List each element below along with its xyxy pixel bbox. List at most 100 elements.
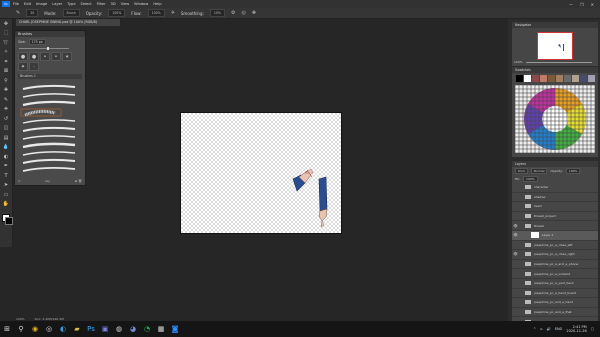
move-tool-icon[interactable]: ✥ [0, 19, 12, 29]
slider-handle[interactable] [47, 47, 49, 50]
navigator-zoom-slider[interactable] [526, 62, 592, 63]
swatch[interactable] [588, 75, 595, 82]
visibility-icon[interactable]: 👁 [512, 252, 519, 256]
layer-row[interactable]: 👁 josephine_pc_a_close_right [512, 250, 598, 260]
menu-3d[interactable]: 3D [111, 2, 116, 6]
swatch[interactable] [524, 75, 531, 82]
gradient-tool-icon[interactable]: ▤ [0, 133, 12, 143]
layer-row[interactable]: josephine_pc_and_a_hand [512, 298, 598, 308]
navigator-zoom[interactable]: 100% [514, 60, 523, 64]
menu-help[interactable]: Help [153, 2, 161, 6]
steam-icon[interactable]: ◍ [112, 321, 126, 337]
layer-fill-field[interactable]: 100% [523, 176, 538, 182]
smoothing-field[interactable]: 10% [209, 9, 225, 17]
brush-tool-icon[interactable]: ✎ [16, 10, 20, 16]
menu-layer[interactable]: Layer [52, 2, 62, 6]
menu-edit[interactable]: Edit [24, 2, 31, 6]
volume-icon[interactable]: 🔊 [546, 327, 550, 331]
menu-window[interactable]: Window [134, 2, 148, 6]
discord-icon[interactable]: ◕ [126, 321, 140, 337]
marquee-tool-icon[interactable]: ⬚ [0, 29, 12, 39]
close-button[interactable]: ✕ [591, 2, 594, 7]
brush-size-field[interactable]: 30 [26, 9, 39, 17]
network-icon[interactable]: ⌂ [540, 327, 542, 331]
document-tab[interactable]: CHARL JOSEPHINE SWING.psd @ 100% (RGB/8) [16, 19, 120, 26]
path-select-icon[interactable]: ➤ [0, 181, 12, 191]
brush-settings-button[interactable]: ⊙ [18, 179, 21, 183]
visibility-icon[interactable]: 👁 [512, 224, 519, 228]
mode-select[interactable]: Brush [62, 9, 80, 17]
pen-tool-icon[interactable]: ✒ [0, 162, 12, 172]
menu-view[interactable]: View [121, 2, 130, 6]
layer-kind-filter[interactable]: Kind [515, 168, 528, 174]
layer-opacity-field[interactable]: 100% [565, 168, 581, 174]
dodge-tool-icon[interactable]: ◐ [0, 152, 12, 162]
layer-row[interactable]: josephine_pc_a_and_a_phone [512, 260, 598, 270]
maximize-button[interactable]: ❐ [580, 2, 584, 7]
blend-mode-select[interactable]: Normal [530, 168, 548, 174]
brush-tip[interactable]: · [29, 62, 39, 71]
layer-row[interactable]: 👁 thread [512, 221, 598, 231]
edge-icon[interactable]: ◐ [56, 321, 70, 337]
minimize-button[interactable]: — [569, 2, 573, 7]
brush-folder[interactable]: Brushes 1 [18, 74, 82, 79]
menu-select[interactable]: Select [81, 2, 92, 6]
brush-size-input[interactable]: 175 px [28, 39, 46, 45]
layer-row[interactable]: josephine_pc_a_close_left [512, 241, 598, 251]
swatch[interactable] [572, 75, 579, 82]
airbrush-icon[interactable]: ✈ [171, 10, 175, 16]
layer-row[interactable]: shadow [512, 193, 598, 203]
layer-row[interactable]: josephine_pc_a_yard_back [512, 279, 598, 289]
brush-glyph-label[interactable]: Gly [45, 179, 50, 183]
layer-row[interactable]: thread_project [512, 212, 598, 222]
history-brush-icon[interactable]: ↺ [0, 114, 12, 124]
explorer-icon[interactable]: ▦ [154, 321, 168, 337]
swatches-tab[interactable]: Swatches [512, 67, 598, 73]
search-icon[interactable]: ⚲ [14, 321, 28, 337]
swatch[interactable] [580, 75, 587, 82]
swatch[interactable] [532, 75, 539, 82]
eraser-tool-icon[interactable]: ◫ [0, 124, 12, 134]
brush-tool-icon[interactable]: ✎ [0, 95, 12, 105]
tray-chevron-icon[interactable]: ^ [533, 327, 536, 331]
layer-row-selected[interactable]: 👁 Layer 1 [512, 230, 598, 241]
flow-field[interactable]: 100% [147, 9, 165, 17]
visibility-icon[interactable]: 👁 [512, 233, 519, 237]
color-wheel-swatch-grid[interactable] [515, 85, 595, 153]
brush-tip[interactable]: • [40, 52, 50, 61]
crop-tool-icon[interactable]: ⌗ [0, 57, 12, 67]
background-color-swatch[interactable] [5, 217, 13, 225]
pressure-icon[interactable]: ◎ [241, 10, 245, 16]
symmetry-icon[interactable]: ✥ [252, 10, 256, 16]
menu-type[interactable]: Type [67, 2, 75, 6]
blur-tool-icon[interactable]: 💧 [0, 143, 12, 153]
menu-file[interactable]: File [13, 2, 19, 6]
brush-tip[interactable]: ∗ [62, 52, 72, 61]
healing-tool-icon[interactable]: ✚ [0, 86, 12, 96]
doc-size-readout[interactable]: Doc: 4.40M/190.4M [35, 317, 64, 321]
navigator-thumbnail[interactable] [537, 32, 573, 60]
brush-tip[interactable]: ● [18, 52, 28, 61]
menu-filter[interactable]: Filter [97, 2, 106, 6]
quick-select-icon[interactable]: ✧ [0, 48, 12, 58]
photoshop-icon[interactable]: Ps [84, 321, 98, 337]
menu-image[interactable]: Image [36, 2, 47, 6]
shape-tool-icon[interactable]: ▭ [0, 190, 12, 200]
lasso-tool-icon[interactable]: ➰ [0, 38, 12, 48]
layer-row[interactable]: josephine_pc_and_a_that [512, 308, 598, 318]
zoom-icon[interactable]: ◙ [168, 321, 182, 337]
frame-tool-icon[interactable]: ⊠ [0, 67, 12, 77]
eyedropper-icon[interactable]: ⚲ [0, 76, 12, 86]
brush-tip[interactable]: ● [29, 52, 39, 61]
teams-icon[interactable]: ▣ [98, 321, 112, 337]
swatch[interactable] [564, 75, 571, 82]
language-indicator[interactable]: ENG [555, 327, 563, 331]
type-tool-icon[interactable]: T [0, 171, 12, 181]
brush-tip[interactable]: • [51, 52, 61, 61]
swatch[interactable] [516, 75, 523, 82]
swatch[interactable] [540, 75, 547, 82]
clock[interactable]: 2:41 PM 2020-11-26 [566, 325, 586, 334]
folder-icon[interactable]: ▰ [70, 321, 84, 337]
opacity-field[interactable]: 100% [108, 9, 126, 17]
hand-tool-icon[interactable]: ✋ [0, 200, 12, 210]
